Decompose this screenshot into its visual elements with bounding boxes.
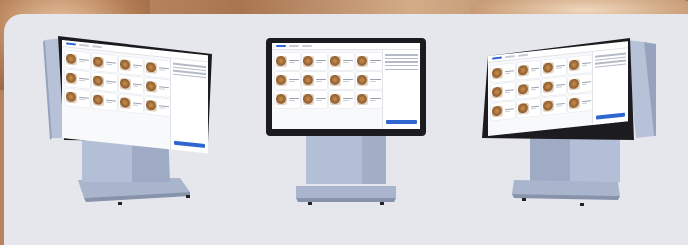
kiosk-center <box>262 36 430 211</box>
screen-right <box>488 41 628 136</box>
screen-left <box>62 40 208 154</box>
kiosk-left <box>40 30 220 215</box>
kiosk-right <box>478 32 660 214</box>
screen-center <box>272 43 420 129</box>
